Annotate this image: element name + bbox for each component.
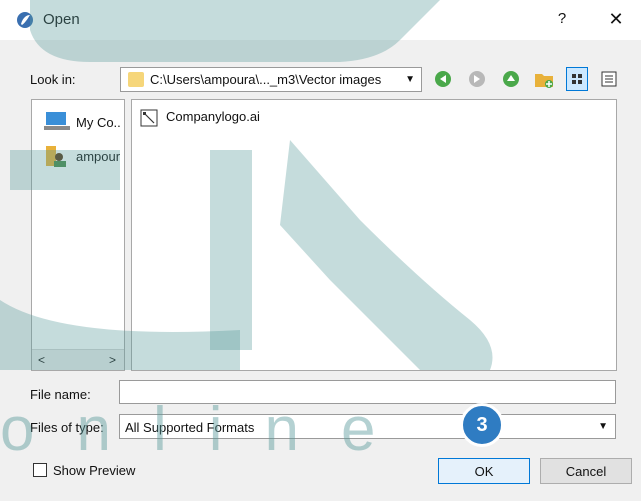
help-button[interactable]: ? [552, 10, 572, 27]
app-icon [16, 11, 34, 29]
sidebar-item-computer[interactable]: My Co.. [38, 108, 124, 134]
computer-icon [44, 110, 70, 135]
scroll-right-icon[interactable]: > [109, 353, 116, 367]
chevron-down-icon: ▼ [598, 421, 608, 432]
lookin-label: Look in: [30, 72, 76, 87]
up-folder-icon[interactable] [500, 67, 522, 91]
lookin-path: C:\Users\ampoura\..._m3\Vector images [150, 72, 382, 87]
lookin-dropdown[interactable]: C:\Users\ampoura\..._m3\Vector images ▼ [120, 67, 422, 92]
vector-file-icon [140, 109, 158, 130]
title-bar: Open ? ✕ [0, 0, 641, 40]
filename-label: File name: [30, 387, 91, 402]
filetype-label: Files of type: [30, 420, 104, 435]
window-title: Open [43, 11, 80, 28]
filetype-value: All Supported Formats [125, 420, 255, 435]
sidebar-item-label: ampour [76, 149, 121, 164]
detail-view-icon[interactable] [598, 67, 620, 91]
chevron-down-icon: ▼ [405, 74, 415, 85]
folder-icon [128, 72, 144, 87]
list-view-icon[interactable] [566, 67, 588, 91]
file-list: Companylogo.ai [131, 99, 617, 371]
user-folder-icon [44, 144, 70, 173]
show-preview-checkbox[interactable] [33, 463, 47, 477]
back-icon[interactable] [432, 67, 454, 91]
scroll-left-icon[interactable]: < [38, 353, 45, 367]
sidebar-scrollbar[interactable]: < > [32, 349, 124, 370]
close-button[interactable]: ✕ [604, 9, 628, 30]
ok-button[interactable]: OK [438, 458, 530, 484]
cancel-button[interactable]: Cancel [540, 458, 632, 484]
step-badge: 3 [460, 403, 504, 447]
places-sidebar: My Co.. ampour < > [31, 99, 125, 371]
filename-input[interactable] [119, 380, 616, 404]
sidebar-item-user[interactable]: ampour [38, 142, 124, 168]
file-name: Companylogo.ai [166, 109, 260, 124]
show-preview-label: Show Preview [53, 463, 136, 478]
open-dialog: Open ? ✕ Look in: C:\Users\ampoura\..._m… [0, 0, 641, 501]
new-folder-icon[interactable] [533, 67, 555, 91]
filetype-dropdown[interactable]: All Supported Formats ▼ [119, 414, 616, 439]
forward-icon[interactable] [466, 67, 488, 91]
sidebar-item-label: My Co.. [76, 115, 121, 130]
